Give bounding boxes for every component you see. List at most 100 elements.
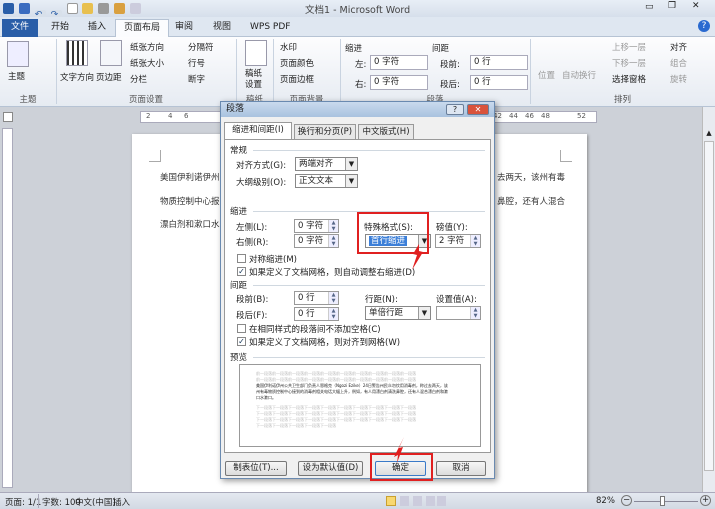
tab-selector[interactable] <box>3 112 13 122</box>
spacing-label: 间距 <box>432 44 450 54</box>
tab-file[interactable]: 文件 <box>2 19 38 37</box>
spinner-arrows-icon[interactable]: ▲ ▼ <box>328 292 338 304</box>
set-default-button[interactable]: 设为默认值(D) <box>298 461 363 476</box>
margins-icon <box>100 40 122 66</box>
orientation-button[interactable]: 纸张方向 <box>130 41 164 53</box>
margins-button[interactable]: 页边距 <box>96 71 122 83</box>
spacing-after-spinner[interactable]: 0 行 ▲ ▼ <box>294 307 339 321</box>
document-text: 漂白剂和漱口水 <box>160 220 220 230</box>
cancel-button[interactable]: 取消 <box>436 461 486 476</box>
indent-left-label: 左: <box>355 60 367 70</box>
draft-paper-button[interactable]: 稿纸 设置 <box>245 69 262 91</box>
columns-button[interactable]: 分栏 <box>130 73 147 85</box>
vertical-ruler[interactable] <box>2 128 13 488</box>
group-button[interactable]: 组合 <box>670 57 687 69</box>
vertical-scrollbar[interactable]: ▲ <box>702 107 715 492</box>
draft-view-icon[interactable] <box>437 496 446 506</box>
ruler-tick: 52 <box>577 112 586 120</box>
indent-left-label: 左侧(L): <box>236 223 268 233</box>
page-color-button[interactable]: 页面颜色 <box>280 57 314 69</box>
save-icon[interactable] <box>18 3 30 14</box>
folder-icon[interactable] <box>114 3 126 14</box>
align-button[interactable]: 对齐 <box>670 41 687 53</box>
bring-forward-button[interactable]: 上移一层 <box>612 41 646 53</box>
indent-right-spinner[interactable]: 0 字符 <box>370 75 428 90</box>
hyphenation-button[interactable]: 断字 <box>188 73 205 85</box>
watermark-button[interactable]: 水印 <box>280 41 297 53</box>
line-spacing-value: 单倍行距 <box>369 308 404 318</box>
dialog-help-button[interactable]: ? <box>446 104 464 115</box>
by-spinner[interactable]: 2 字符 ▲ ▼ <box>435 234 481 248</box>
position-button[interactable]: 位置 <box>538 69 555 81</box>
tab-line-page-breaks[interactable]: 换行和分页(P) <box>294 124 356 139</box>
size-button[interactable]: 纸张大小 <box>130 57 164 69</box>
wrap-text-button[interactable]: 自动换行 <box>562 69 596 81</box>
chevron-down-icon: ▼ <box>418 307 430 319</box>
close-button[interactable]: ✕ <box>692 1 700 11</box>
breaks-button[interactable]: 分隔符 <box>188 41 214 53</box>
line-spacing-label: 行距(N): <box>365 295 398 305</box>
tab-insert[interactable]: 插入 <box>80 19 114 37</box>
status-mode[interactable]: 插入 <box>113 496 130 508</box>
ruler-tick: 46 <box>525 112 534 120</box>
spacing-after-spinner[interactable]: 0 行 <box>470 75 528 90</box>
restore-button[interactable]: ❐ <box>668 1 676 11</box>
tab-indents-spacing[interactable]: 缩进和间距(I) <box>224 122 292 140</box>
dialog-close-button[interactable]: ✕ <box>467 104 489 115</box>
line-spacing-select[interactable]: 单倍行距 ▼ <box>365 306 431 320</box>
line-numbers-button[interactable]: 行号 <box>188 57 205 69</box>
print-layout-view-icon[interactable] <box>386 496 396 506</box>
tab-view[interactable]: 视图 <box>205 19 239 37</box>
at-spinner[interactable]: ▲ ▼ <box>436 306 481 320</box>
indent-left-spinner[interactable]: 0 字符 ▲ ▼ <box>294 219 339 233</box>
theme-icon[interactable] <box>7 41 29 67</box>
selection-pane-button[interactable]: 选择窗格 <box>612 73 646 85</box>
indent-left-spinner[interactable]: 0 字符 <box>370 55 428 70</box>
tab-page-layout[interactable]: 页面布局 <box>115 19 170 37</box>
spinner-arrows-icon[interactable]: ▲ ▼ <box>328 308 338 320</box>
status-page[interactable]: 页面: 1/1 <box>5 496 41 508</box>
snap-grid-checkbox[interactable]: ✓ <box>237 337 246 346</box>
tab-asian-typography[interactable]: 中文版式(H) <box>358 124 414 139</box>
new-icon[interactable] <box>66 3 78 14</box>
print-icon[interactable] <box>98 3 110 14</box>
scroll-up-icon[interactable]: ▲ <box>704 129 714 139</box>
spinner-arrows-icon[interactable]: ▲ ▼ <box>470 307 480 319</box>
indent-right-spinner[interactable]: 0 字符 ▲ ▼ <box>294 234 339 248</box>
zoom-out-icon[interactable]: − <box>621 495 632 506</box>
web-layout-view-icon[interactable] <box>413 496 422 506</box>
full-screen-view-icon[interactable] <box>400 496 409 506</box>
auto-adjust-checkbox[interactable]: ✓ <box>237 267 246 276</box>
rotate-button[interactable]: 旋转 <box>670 73 687 85</box>
text-direction-button[interactable]: 文字方向 <box>60 71 94 83</box>
spacing-before-spinner[interactable]: 0 行 ▲ ▼ <box>294 291 339 305</box>
ruler-tick: 44 <box>509 112 518 120</box>
auto-adjust-label: 如果定义了文档网格，则自动调整右缩进(D) <box>249 268 416 278</box>
page-borders-button[interactable]: 页面边框 <box>280 73 314 85</box>
scroll-thumb[interactable] <box>704 141 714 471</box>
alignment-select[interactable]: 两端对齐 ▼ <box>295 157 358 171</box>
tab-home[interactable]: 开始 <box>43 19 77 37</box>
help-icon[interactable]: ? <box>698 20 710 32</box>
spinner-arrows-icon[interactable]: ▲ ▼ <box>470 235 480 247</box>
theme-button[interactable]: 主题 <box>8 70 25 82</box>
zoom-slider-thumb[interactable] <box>660 496 665 506</box>
spacing-before-spinner[interactable]: 0 行 <box>470 55 528 70</box>
outline-view-icon[interactable] <box>426 496 435 506</box>
open-icon[interactable] <box>82 3 94 14</box>
tabs-button[interactable]: 制表位(T)... <box>225 461 287 476</box>
print-preview-icon[interactable] <box>130 3 141 14</box>
send-backward-button[interactable]: 下移一层 <box>612 57 646 69</box>
outline-select[interactable]: 正文文本 ▼ <box>295 174 358 188</box>
minimize-button[interactable]: ▭ <box>645 2 654 12</box>
mirror-indent-checkbox[interactable] <box>237 254 246 263</box>
ribbon-tabs: 文件 开始 插入 页面布局 审阅 视图 WPS PDF ? <box>0 17 715 37</box>
spinner-arrows-icon[interactable]: ▲ ▼ <box>328 235 338 247</box>
no-space-checkbox[interactable] <box>237 324 246 333</box>
status-language[interactable]: 中文(中国) <box>75 496 116 508</box>
spinner-arrows-icon[interactable]: ▲ ▼ <box>328 220 338 232</box>
tab-review[interactable]: 审阅 <box>167 19 201 37</box>
zoom-level[interactable]: 82% <box>596 496 615 506</box>
zoom-in-icon[interactable]: + <box>700 495 711 506</box>
tab-wps-pdf[interactable]: WPS PDF <box>242 19 298 37</box>
